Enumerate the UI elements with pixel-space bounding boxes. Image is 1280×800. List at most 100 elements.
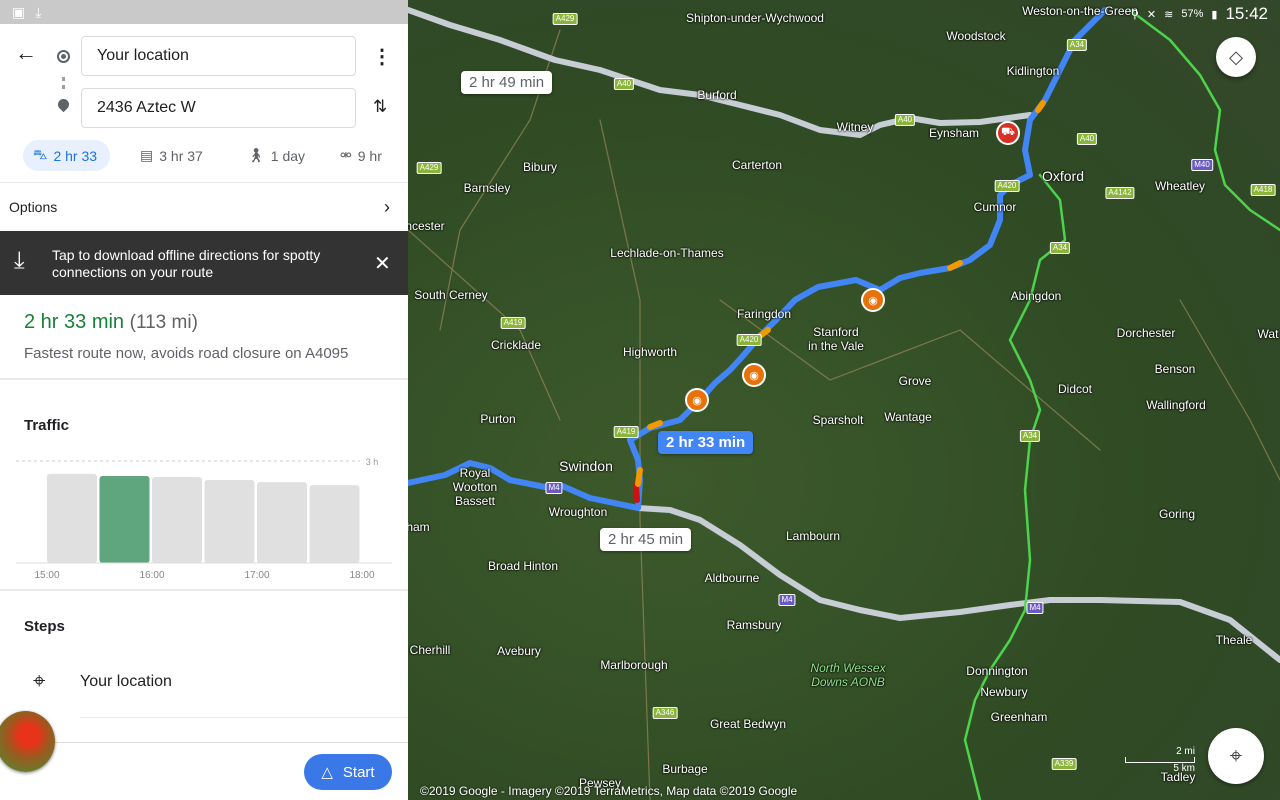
offline-download-banner[interactable]: ⤓ Tap to download offline directions for… [0, 231, 408, 295]
place-label: Theale [1215, 633, 1253, 647]
status-bar-right: ⚲ ✕ ≋ 57% ▮ 15:42 [1131, 4, 1268, 24]
close-icon[interactable]: ✕ [374, 251, 391, 276]
back-button[interactable]: ← [15, 40, 37, 66]
place-label: Wat [1257, 327, 1279, 341]
road-shield: M4 [778, 594, 796, 606]
place-label: Newbury [980, 685, 1028, 699]
traffic-bar[interactable] [152, 476, 202, 563]
place-label: Donnington [966, 664, 1028, 678]
route-time-label-selected[interactable]: 2 hr 33 min [658, 431, 754, 454]
speed-camera-icon[interactable]: ◉ [742, 363, 766, 387]
step-item[interactable]: ⌖ Your location [0, 665, 408, 717]
start-button[interactable]: △ Start [304, 754, 392, 790]
route-time-label-2hr45[interactable]: 2 hr 45 min [600, 528, 692, 551]
road-shield: M4 [545, 482, 563, 494]
road-shield: A40 [613, 78, 635, 90]
place-label: Witney [836, 120, 874, 134]
place-label: Burford [697, 88, 737, 102]
x-tick-label: 18:00 [349, 570, 374, 581]
road-closure-icon[interactable]: ⛟ [996, 121, 1020, 145]
road-shield: A429 [552, 13, 578, 25]
road-shield: A420 [736, 334, 762, 346]
copyright: ©2019 Google - Imagery ©2019 TerraMetric… [420, 784, 798, 798]
layers-button[interactable]: ◇ [1216, 37, 1256, 77]
scale-km: 5 km [1173, 763, 1195, 774]
place-label: Wroughton [548, 505, 608, 519]
reference-label: 3 h [366, 457, 379, 467]
route-duration: 2 hr 33 min [24, 311, 125, 333]
place-label: Goring [1158, 507, 1196, 521]
image-icon: ▣ [12, 3, 26, 20]
place-label: Swindon [559, 458, 613, 474]
traffic-title: Traffic [24, 417, 70, 434]
traffic-bar[interactable] [309, 485, 360, 563]
place-label: Sparsholt [812, 413, 864, 427]
place-label: Lechlade-on-Thames [610, 246, 724, 260]
place-label: Carterton [731, 158, 783, 172]
route-dots [62, 77, 65, 89]
traffic-bar[interactable] [47, 473, 97, 563]
road-shield: M4 [1026, 602, 1044, 614]
traffic-bar[interactable] [99, 475, 150, 563]
navigation-icon: △ [321, 764, 333, 781]
options-row[interactable]: Options › [0, 183, 408, 231]
scale-bar: 2 mi 5 km [1125, 746, 1195, 774]
origin-input[interactable]: Your location [81, 36, 356, 76]
place-label: Stanford in the Vale [808, 325, 864, 353]
my-location-button[interactable]: ⌖ [1208, 728, 1264, 784]
download-icon: ⤓ [35, 3, 42, 20]
options-label: Options [9, 199, 58, 215]
mode-cycling[interactable]: ⚮ 9 hr [330, 140, 392, 171]
place-label: Avebury [497, 644, 541, 658]
place-label: Marlborough [600, 658, 668, 672]
route-time-label-2hr49[interactable]: 2 hr 49 min [461, 71, 553, 94]
step-label: Your location [80, 673, 172, 690]
road-shield: A40 [894, 114, 916, 126]
road-shield: M40 [1191, 159, 1213, 171]
route-summary: 2 hr 33 min (113 mi) Fastest route now, … [0, 295, 408, 375]
speed-camera-icon[interactable]: ◉ [685, 388, 709, 412]
crosshair-icon: ⌖ [1229, 743, 1243, 768]
mode-walking[interactable]: 🚶︎ 1 day [237, 140, 315, 171]
swap-icon[interactable]: ⇅ [373, 97, 387, 117]
x-tick-label: 15:00 [34, 570, 59, 581]
place-label: Bibury [522, 160, 558, 174]
place-label: Shipton-under-Wychwood [686, 11, 824, 25]
place-label: Highworth [622, 345, 678, 359]
road-shield: A34 [1019, 430, 1041, 442]
place-label: Faringdon [736, 307, 792, 321]
road-shield: A339 [1051, 758, 1077, 770]
place-label: Eynsham [928, 126, 980, 140]
place-label: Great Bedwyn [709, 717, 787, 731]
mode-transit[interactable]: ▤ 3 hr 37 [130, 140, 213, 171]
place-label: Wheatley [1154, 179, 1206, 193]
map[interactable]: Shipton-under-Wychwood Woodstock Kidlingto… [408, 0, 1280, 800]
mute-icon: ✕ [1146, 8, 1157, 21]
walk-icon: 🚶︎ [247, 147, 265, 163]
place-label: Wallingford [1146, 398, 1206, 412]
more-options-icon[interactable]: ⋮ [372, 44, 392, 69]
car-icon: ⛍ [33, 146, 48, 162]
chevron-right-icon: › [384, 196, 390, 217]
place-label: Oxford [1041, 168, 1085, 184]
destination-input[interactable]: 2436 Aztec W [81, 88, 356, 128]
route-distance: (113 mi) [129, 312, 198, 333]
status-bar-left: ▣ ⤓ [0, 0, 408, 24]
place-label: Lambourn [785, 529, 841, 543]
road-shield: A346 [652, 707, 678, 719]
banner-text: Tap to download offline directions for s… [52, 247, 321, 280]
traffic-bar[interactable] [204, 480, 255, 563]
road-shield: A418 [1250, 184, 1276, 196]
road-shield: A419 [613, 426, 639, 438]
battery-percent: 57% [1181, 8, 1204, 20]
scale-mi: 2 mi [1176, 746, 1195, 757]
place-label: Didcot [1057, 382, 1093, 396]
speed-camera-icon[interactable]: ◉ [861, 288, 885, 312]
my-location-icon: ⌖ [33, 668, 46, 693]
place-label: Cherhill [409, 643, 451, 657]
road-shield: A429 [416, 162, 442, 174]
traffic-bar[interactable] [257, 482, 307, 563]
mode-driving[interactable]: ⛍ 2 hr 33 [23, 140, 110, 171]
road-shield: A419 [500, 317, 526, 329]
traffic-chart: 3 h 15:00 16:00 17:00 18:00 [16, 457, 392, 581]
